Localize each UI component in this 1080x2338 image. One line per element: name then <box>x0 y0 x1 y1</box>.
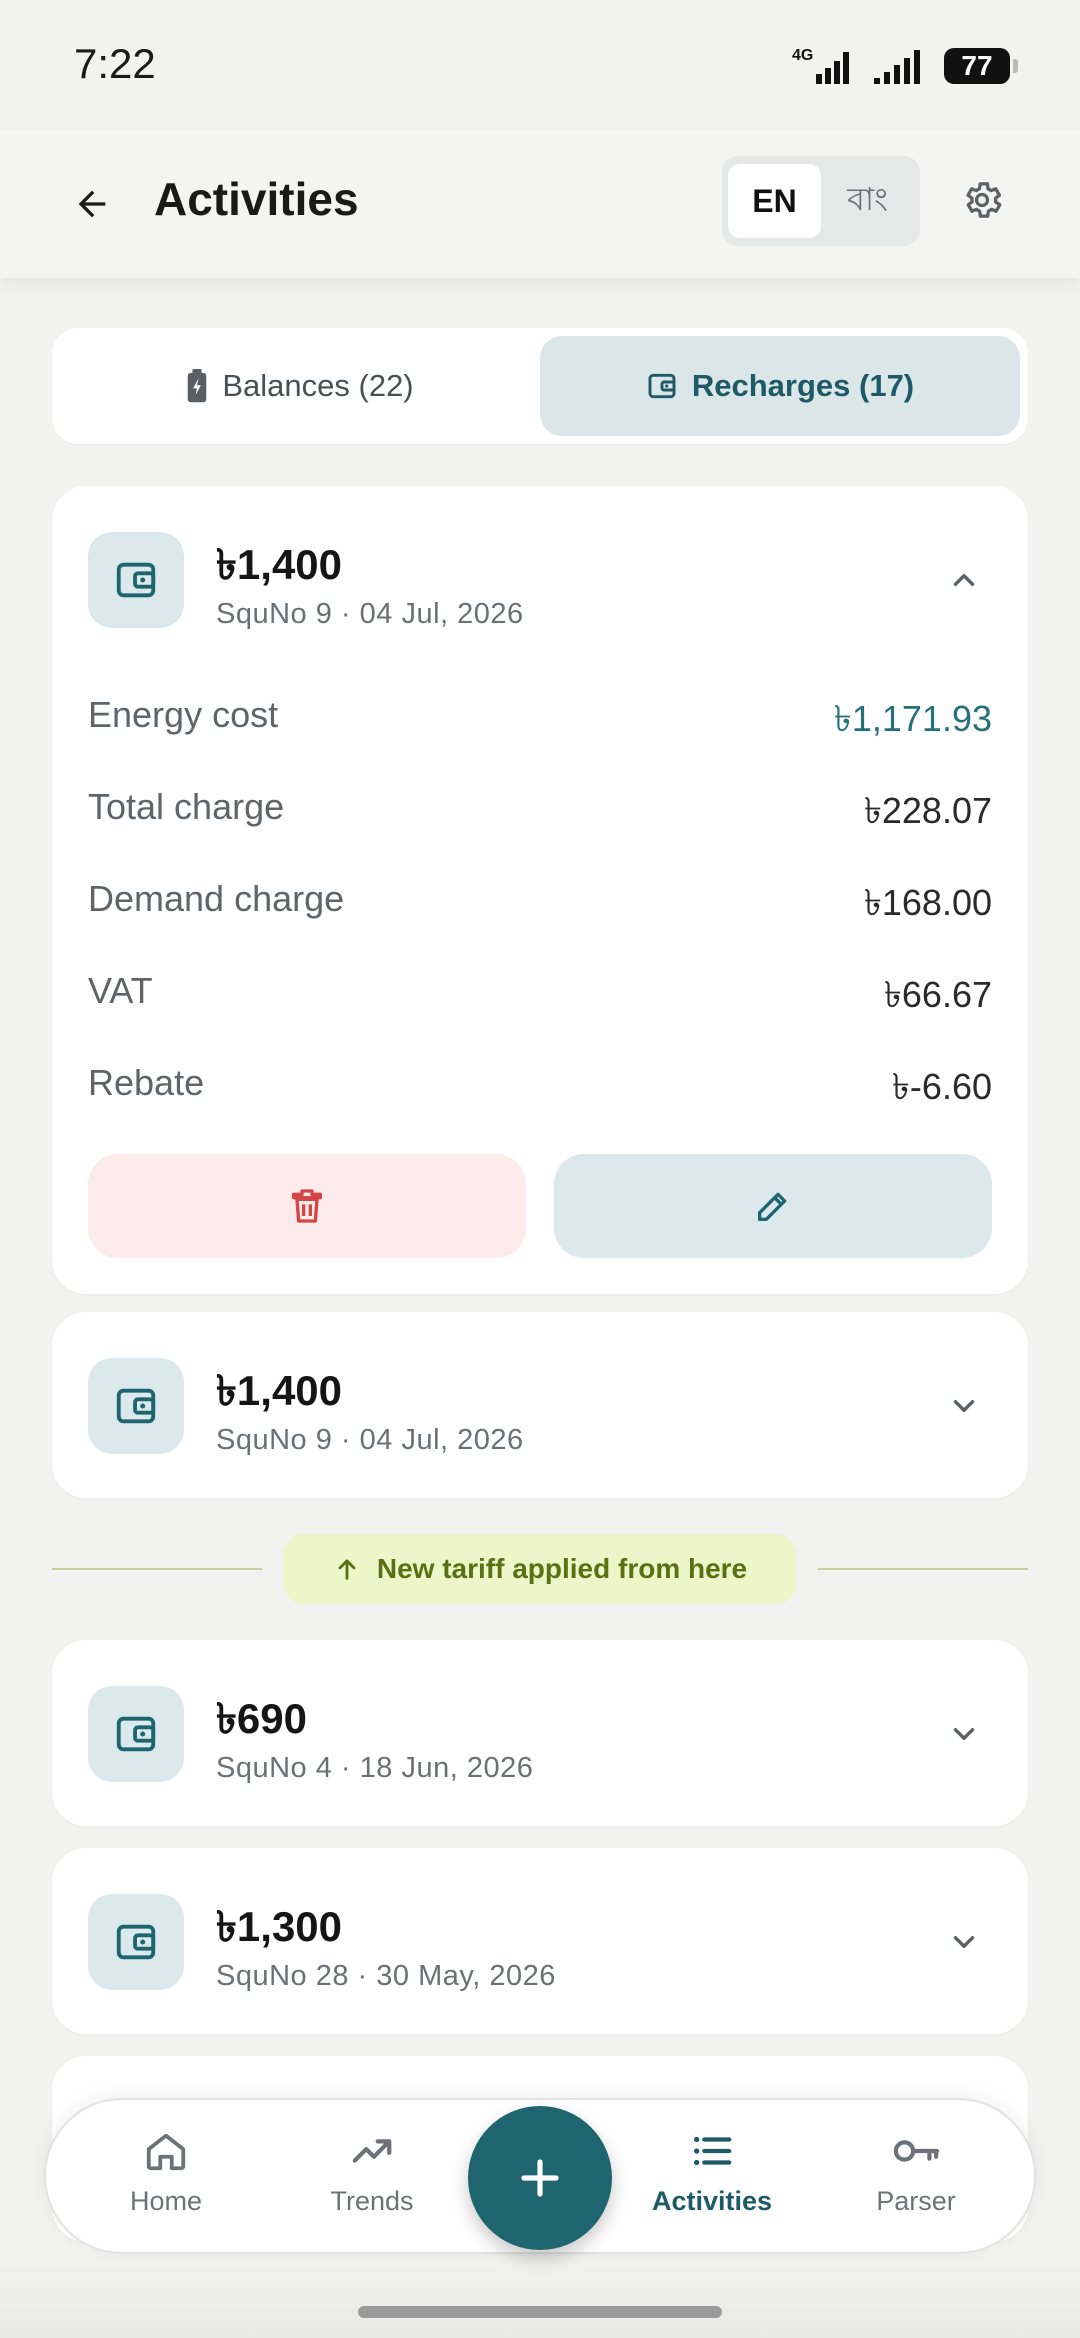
recharge-card-header[interactable]: ৳1,300 SquNo 28 · 30 May, 2026 <box>52 1848 1028 2034</box>
status-time: 7:22 <box>74 40 156 87</box>
tariff-divider: New tariff applied from here <box>52 1534 1028 1604</box>
collapse-button[interactable] <box>940 556 988 604</box>
lang-option-en[interactable]: EN <box>728 164 821 238</box>
recharge-icon-box <box>88 1358 184 1454</box>
lang-option-bn[interactable]: বাং <box>821 164 914 238</box>
nav-home[interactable]: Home <box>86 2128 246 2217</box>
tariff-notice: New tariff applied from here <box>284 1534 796 1604</box>
detail-row-rebate: Rebate ৳-6.60 <box>52 1042 1028 1134</box>
detail-value: ৳168.00 <box>863 882 992 923</box>
wallet-icon <box>648 373 676 399</box>
recharge-amount: ৳1,300 <box>216 1903 343 1950</box>
wallet-icon <box>116 1924 156 1960</box>
recharge-meta: SquNo 4 · 18 Jun, 2026 <box>216 1752 534 1784</box>
chevron-down-icon <box>953 1400 975 1412</box>
detail-label: VAT <box>88 970 153 1011</box>
recharge-amount: ৳690 <box>216 1695 307 1742</box>
recharge-meta: SquNo 9 · 04 Jul, 2026 <box>216 598 524 630</box>
recharge-card-header[interactable]: ৳690 SquNo 4 · 18 Jun, 2026 <box>52 1640 1028 1826</box>
detail-value: ৳228.07 <box>863 790 992 831</box>
status-bar: 7:22 4G 77 <box>0 0 1080 130</box>
divider-line <box>52 1568 262 1570</box>
list-icon <box>693 2136 732 2166</box>
expand-button[interactable] <box>940 1710 988 1758</box>
trash-icon <box>292 1189 322 1223</box>
expand-button[interactable] <box>940 1918 988 1966</box>
bottom-fade <box>0 2260 1080 2338</box>
back-button[interactable] <box>60 172 124 236</box>
settings-button[interactable] <box>950 168 1014 232</box>
detail-value: ৳66.67 <box>883 974 992 1015</box>
chevron-up-icon <box>953 574 975 586</box>
trending-up-icon <box>352 2139 392 2163</box>
pencil-icon <box>758 1192 787 1221</box>
recharge-icon-box <box>88 532 184 628</box>
nav-trends-label: Trends <box>330 2186 414 2216</box>
detail-label: Demand charge <box>88 878 345 919</box>
add-recharge-button[interactable] <box>468 2106 612 2250</box>
recharge-card-header[interactable]: ৳1,400 SquNo 9 · 04 Jul, 2026 <box>52 486 1028 674</box>
home-indicator[interactable] <box>358 2306 722 2318</box>
wifi-signal-icon <box>874 50 920 84</box>
arrow-up-icon <box>338 1559 356 1580</box>
wallet-icon <box>116 1716 156 1752</box>
tab-balances-label: Balances (22) <box>222 368 414 403</box>
detail-label: Total charge <box>88 786 285 827</box>
gear-icon <box>966 182 1002 218</box>
key-icon <box>893 2140 940 2162</box>
expand-button[interactable] <box>940 1382 988 1430</box>
recharge-card[interactable]: ৳1,400 SquNo 9 · 04 Jul, 2026 <box>52 1312 1028 1498</box>
recharge-card: ৳1,400 SquNo 9 · 04 Jul, 2026 Energy cos… <box>52 486 1028 1294</box>
nav-trends[interactable]: Trends <box>292 2128 452 2217</box>
detail-label: Energy cost <box>88 694 279 735</box>
recharge-card[interactable]: ৳690 SquNo 4 · 18 Jun, 2026 <box>52 1640 1028 1826</box>
battery-charging-icon <box>188 369 207 403</box>
delete-button[interactable] <box>88 1154 526 1258</box>
nav-activities[interactable]: Activities <box>632 2128 792 2217</box>
recharge-amount: ৳1,400 <box>216 1367 343 1414</box>
detail-row-vat: VAT ৳66.67 <box>52 950 1028 1042</box>
detail-row-demand-charge: Demand charge ৳168.00 <box>52 858 1028 950</box>
nav-home-label: Home <box>129 2186 203 2216</box>
recharge-card-header[interactable]: ৳1,400 SquNo 9 · 04 Jul, 2026 <box>52 1312 1028 1498</box>
page-title: Activities <box>154 173 359 225</box>
tariff-notice-text: New tariff applied from here <box>376 1553 748 1584</box>
home-icon <box>146 2133 186 2171</box>
recharge-meta: SquNo 28 · 30 May, 2026 <box>216 1960 556 1992</box>
app-bar: Activities EN বাং <box>0 130 1080 278</box>
nav-parser[interactable]: Parser <box>836 2128 996 2217</box>
detail-label: Rebate <box>88 1062 205 1103</box>
activity-type-tabs: Balances (22) Recharges (17) <box>52 328 1028 444</box>
recharge-icon-box <box>88 1894 184 1990</box>
nav-parser-label: Parser <box>876 2186 956 2216</box>
status-icons: 4G 77 <box>792 46 1018 86</box>
chevron-down-icon <box>953 1728 975 1740</box>
detail-row-energy-cost: Energy cost ৳1,171.93 <box>52 674 1028 766</box>
tab-balances[interactable]: Balances (22) <box>60 336 540 436</box>
wallet-icon <box>116 562 156 598</box>
recharge-meta: SquNo 9 · 04 Jul, 2026 <box>216 1424 524 1456</box>
wallet-icon <box>116 1388 156 1424</box>
card-actions <box>52 1134 1028 1294</box>
divider-line <box>818 1568 1028 1570</box>
arrow-back-icon <box>78 190 106 218</box>
plus-icon <box>521 2159 559 2197</box>
battery-icon: 77 <box>944 48 1018 84</box>
detail-row-total-charge: Total charge ৳228.07 <box>52 766 1028 858</box>
recharge-amount: ৳1,400 <box>216 541 343 588</box>
detail-value: ৳1,171.93 <box>833 698 992 739</box>
recharge-icon-box <box>88 1686 184 1782</box>
language-toggle: EN বাং <box>722 156 920 246</box>
tab-recharges-label: Recharges (17) <box>691 368 915 403</box>
edit-button[interactable] <box>554 1154 992 1258</box>
cellular-signal-icon: 4G <box>792 47 849 84</box>
chevron-down-icon <box>953 1936 975 1948</box>
svg-text:4G: 4G <box>792 47 813 64</box>
recharge-card[interactable]: ৳1,300 SquNo 28 · 30 May, 2026 <box>52 1848 1028 2034</box>
tab-recharges[interactable]: Recharges (17) <box>540 336 1020 436</box>
detail-value: ৳-6.60 <box>892 1066 992 1107</box>
nav-activities-label: Activities <box>651 2186 773 2216</box>
